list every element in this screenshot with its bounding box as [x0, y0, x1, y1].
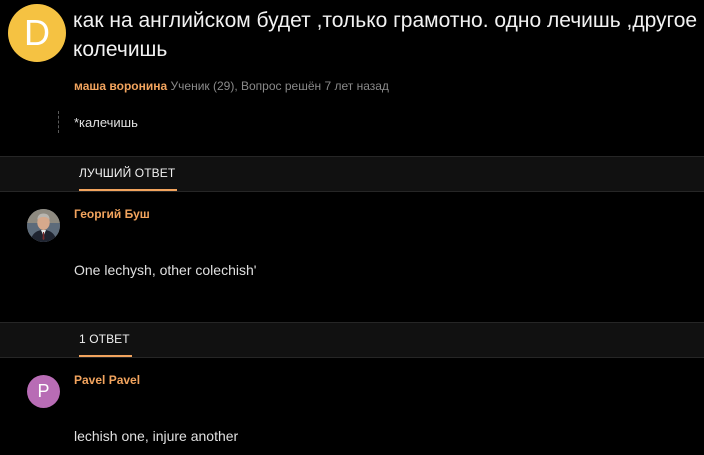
portrait-icon [27, 209, 60, 242]
best-answer-section-bar: ЛУЧШИЙ ОТВЕТ [0, 156, 704, 192]
question-author-link[interactable]: маша воронина [74, 79, 167, 93]
best-answer-author-avatar[interactable] [27, 209, 60, 242]
answer-author-avatar[interactable]: P [27, 375, 60, 408]
best-answer-text: One lechysh, other colechish' [74, 262, 257, 278]
question-meta-info: Ученик (29), Вопрос решён 7 лет назад [170, 79, 389, 93]
tab-answers[interactable]: 1 ОТВЕТ [79, 323, 132, 357]
question-meta: маша воронина Ученик (29), Вопрос решён … [74, 79, 389, 94]
answer-text: lechish one, injure another [74, 428, 239, 444]
question-author-avatar[interactable]: D [8, 4, 66, 62]
best-answer-author-link[interactable]: Георгий Буш [74, 207, 150, 222]
tab-best-answer[interactable]: ЛУЧШИЙ ОТВЕТ [79, 157, 178, 191]
question-addition: *калечишь [58, 111, 138, 133]
answer-author-link[interactable]: Pavel Pavel [74, 373, 140, 388]
answers-section-bar: 1 ОТВЕТ [0, 322, 704, 358]
question-title: как на английском будет ,только грамотно… [73, 9, 698, 61]
